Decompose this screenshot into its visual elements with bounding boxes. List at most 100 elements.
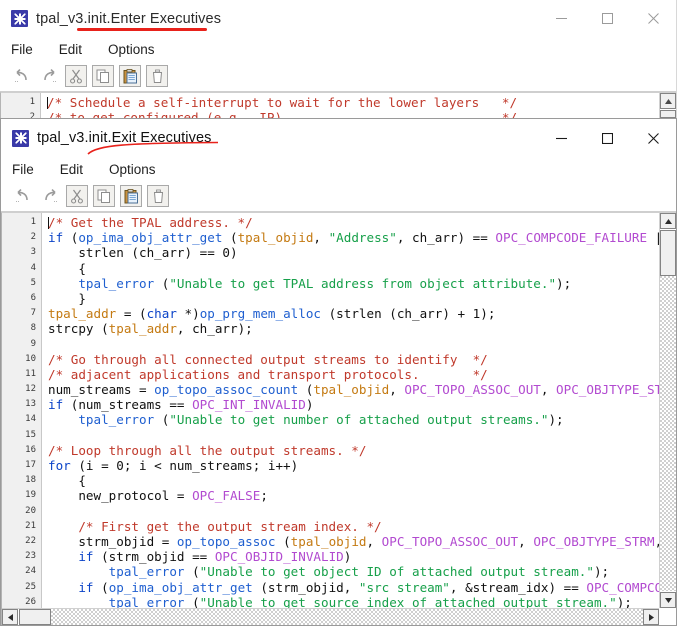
code-line[interactable]: new_protocol = OPC_FALSE; xyxy=(48,488,659,503)
code-line[interactable]: { xyxy=(48,473,659,488)
menu-file[interactable]: File xyxy=(10,161,36,178)
vertical-scrollbar[interactable] xyxy=(659,213,676,608)
window-exit-executives[interactable]: tpal_v3.init.Exit Executives File Edit O… xyxy=(0,118,677,626)
copy-button[interactable] xyxy=(92,65,114,87)
line-number: 20 xyxy=(25,505,36,516)
code-token: op_ima_obj_attr_get xyxy=(78,230,223,246)
code-line[interactable]: /* adjacent applications and transport p… xyxy=(48,367,659,382)
titlebar-exit-executives[interactable]: tpal_v3.init.Exit Executives xyxy=(1,119,676,157)
code-line[interactable]: tpal_error ("Unable to get object ID of … xyxy=(48,564,659,579)
code-token: ); xyxy=(548,412,564,428)
titlebar-enter-executives[interactable]: tpal_v3.init.Enter Executives xyxy=(0,0,676,37)
code-line[interactable]: if (op_ima_obj_attr_get (tpal_objid, "Ad… xyxy=(48,230,659,245)
delete-button[interactable] xyxy=(147,185,169,207)
undo-button[interactable] xyxy=(11,65,33,87)
scrollbar-thumb[interactable] xyxy=(660,230,676,276)
close-icon[interactable] xyxy=(630,0,676,37)
code-token: op_topo_assoc_count xyxy=(154,382,299,398)
code-line[interactable]: } xyxy=(48,291,659,306)
redo-button[interactable] xyxy=(38,65,60,87)
window-controls[interactable] xyxy=(538,0,676,37)
code-line[interactable]: tpal_error ("Unable to get source index … xyxy=(48,595,659,608)
copy-button[interactable] xyxy=(93,185,115,207)
line-number: 14 xyxy=(25,414,36,425)
paste-button[interactable] xyxy=(119,65,141,87)
scrollbar-track[interactable] xyxy=(660,110,676,133)
menubar-enter-executives[interactable]: File Edit Options xyxy=(0,37,676,61)
scroll-left-arrow-icon[interactable] xyxy=(2,609,18,625)
opnet-star-icon xyxy=(12,129,29,147)
hscrollbar-thumb[interactable] xyxy=(19,609,51,625)
menu-edit[interactable]: Edit xyxy=(57,41,84,58)
scroll-right-arrow-icon[interactable] xyxy=(643,609,659,625)
menu-options[interactable]: Options xyxy=(107,161,158,178)
code-line[interactable]: for (i = 0; i < num_streams; i++) xyxy=(48,458,659,473)
code-line[interactable]: /* Schedule a self-interrupt to wait for… xyxy=(46,95,659,110)
line-number: 19 xyxy=(25,490,36,501)
menu-edit[interactable]: Edit xyxy=(58,161,85,178)
scroll-up-arrow-icon[interactable] xyxy=(660,93,676,109)
code-token: || xyxy=(647,230,659,245)
code-token: tpal_addr xyxy=(48,306,117,322)
code-line[interactable]: strlen (ch_arr) == 0) xyxy=(48,245,659,260)
close-icon[interactable] xyxy=(630,119,676,157)
redo-button[interactable] xyxy=(39,185,61,207)
code-token: , xyxy=(540,382,557,398)
code-line[interactable]: strm_objid = op_topo_assoc (tpal_objid, … xyxy=(48,534,659,549)
code-line[interactable]: if (op_ima_obj_attr_get (strm_objid, "sr… xyxy=(48,580,659,595)
window-controls[interactable] xyxy=(538,119,676,157)
menu-options[interactable]: Options xyxy=(106,41,157,58)
code-line[interactable]: tpal_error ("Unable to get TPAL address … xyxy=(48,276,659,291)
code-token: tpal_error xyxy=(78,412,155,428)
menu-file[interactable]: File xyxy=(9,41,35,58)
code-token: OPC_INT_INVALID xyxy=(192,397,306,413)
maximize-icon[interactable] xyxy=(584,0,630,37)
code-line[interactable]: num_streams = op_topo_assoc_count (tpal_… xyxy=(48,382,659,397)
minimize-icon[interactable] xyxy=(538,0,584,37)
code-token: strcpy ( xyxy=(48,321,109,337)
code-line[interactable]: if (num_streams == OPC_INT_INVALID) xyxy=(48,397,659,412)
toolbar-exit-executives[interactable] xyxy=(1,181,676,212)
code-line[interactable] xyxy=(48,337,659,352)
code-token: OPC_COMPCODE_FA xyxy=(586,579,659,595)
scroll-down-arrow-icon[interactable] xyxy=(660,592,676,608)
code-line[interactable]: if (strm_objid == OPC_OBJID_INVALID) xyxy=(48,549,659,564)
code-line[interactable]: { xyxy=(48,261,659,276)
code-line[interactable] xyxy=(48,428,659,443)
maximize-icon[interactable] xyxy=(584,119,630,157)
code-editor-exit-executives[interactable]: 1 2 3 4 5 6 7 8 9 10 11 12 13 14 15 16 17 18 19 20 21 22 23 24 2… xyxy=(1,212,676,625)
line-number: 7 xyxy=(30,308,36,319)
code-content[interactable]: /* Get the TPAL address. */if (op_ima_ob… xyxy=(42,213,659,608)
code-line[interactable]: strcpy (tpal_addr, ch_arr); xyxy=(48,321,659,336)
scrollbar-track[interactable] xyxy=(660,230,676,591)
code-token: char xyxy=(146,306,177,322)
code-line[interactable]: /* Get the TPAL address. */ xyxy=(47,215,659,230)
paste-button[interactable] xyxy=(120,185,142,207)
delete-button[interactable] xyxy=(146,65,168,87)
code-token: *) xyxy=(176,306,200,322)
hscrollbar-track[interactable] xyxy=(19,609,643,625)
code-token: tpal_error xyxy=(108,594,185,608)
line-number: 17 xyxy=(25,460,36,470)
toolbar-enter-executives[interactable] xyxy=(0,61,676,92)
code-token: { xyxy=(48,260,86,276)
minimize-icon[interactable] xyxy=(538,119,584,157)
horizontal-scrollbar[interactable] xyxy=(2,608,676,625)
code-token: ( xyxy=(63,230,79,246)
code-line[interactable]: /* Go through all connected output strea… xyxy=(48,352,659,367)
code-line[interactable]: tpal_error ("Unable to get number of att… xyxy=(48,412,659,427)
cut-button[interactable] xyxy=(66,185,88,207)
window-enter-executives[interactable]: tpal_v3.init.Enter Executives File Edit … xyxy=(0,0,677,134)
code-line[interactable]: /* Loop through all the output streams. … xyxy=(48,443,659,458)
code-line[interactable]: /* First get the output stream index. */ xyxy=(48,519,659,534)
undo-button[interactable] xyxy=(12,185,34,207)
code-token: ) xyxy=(305,397,314,413)
code-token: /* Loop through all the output streams. … xyxy=(48,442,367,458)
code-line[interactable]: tpal_addr = (char *)op_prg_mem_alloc (st… xyxy=(48,306,659,321)
scroll-up-arrow-icon[interactable] xyxy=(660,213,676,229)
menubar-exit-executives[interactable]: File Edit Options xyxy=(1,157,676,181)
cut-button[interactable] xyxy=(65,65,87,87)
code-scroll-area[interactable]: 1 2 3 4 5 6 7 8 9 10 11 12 13 14 15 16 17 18 19 20 21 22 23 24 2… xyxy=(2,213,659,608)
code-line[interactable] xyxy=(48,504,659,519)
